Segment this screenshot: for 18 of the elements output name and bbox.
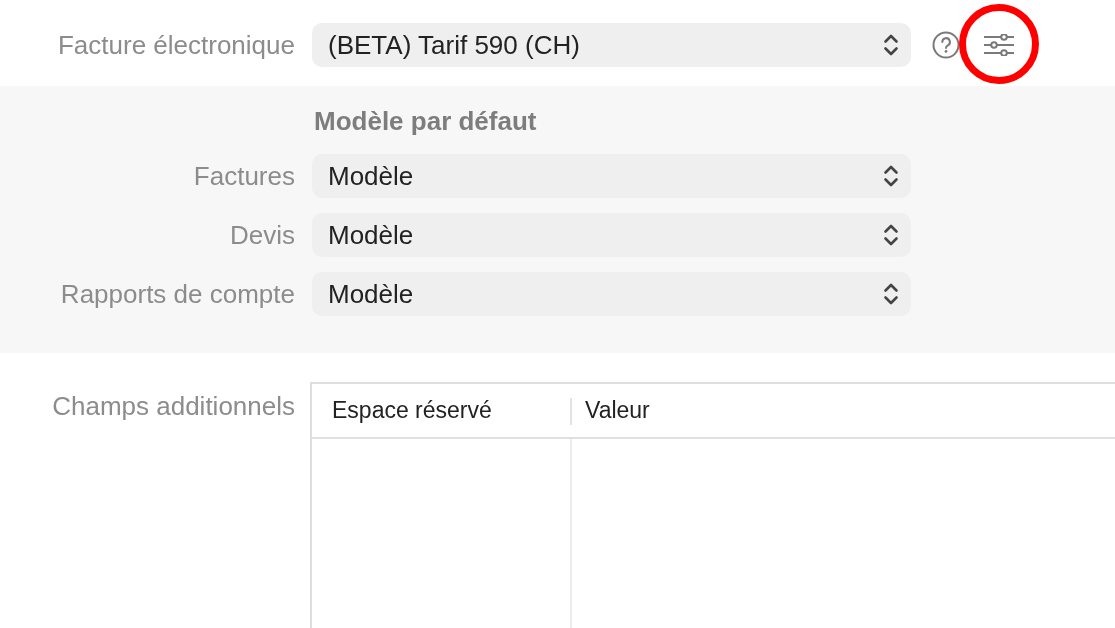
help-icon[interactable] xyxy=(932,31,960,59)
chevron-updown-icon xyxy=(883,281,899,307)
column-header[interactable]: Valeur xyxy=(570,384,1115,439)
chevron-updown-icon xyxy=(883,32,899,58)
chevron-updown-icon xyxy=(883,163,899,189)
field-label: Champs additionnels xyxy=(52,391,295,422)
dropdown[interactable]: Modèle xyxy=(312,154,911,198)
dropdown[interactable]: (BETA) Tarif 590 (CH) xyxy=(312,23,911,67)
sliders-icon[interactable] xyxy=(983,34,1015,56)
field-label: Devis xyxy=(230,219,295,251)
dropdown[interactable]: Modèle xyxy=(312,272,911,316)
column-header[interactable]: Espace réservé xyxy=(312,384,570,439)
chevron-updown-icon xyxy=(883,222,899,248)
field-label: Facture électronique xyxy=(57,29,295,61)
field-label: Rapports de compte xyxy=(60,278,295,310)
field-label: Factures xyxy=(193,160,295,192)
dropdown[interactable]: Modèle xyxy=(312,213,911,257)
section-heading: Modèle par défaut xyxy=(313,106,538,137)
